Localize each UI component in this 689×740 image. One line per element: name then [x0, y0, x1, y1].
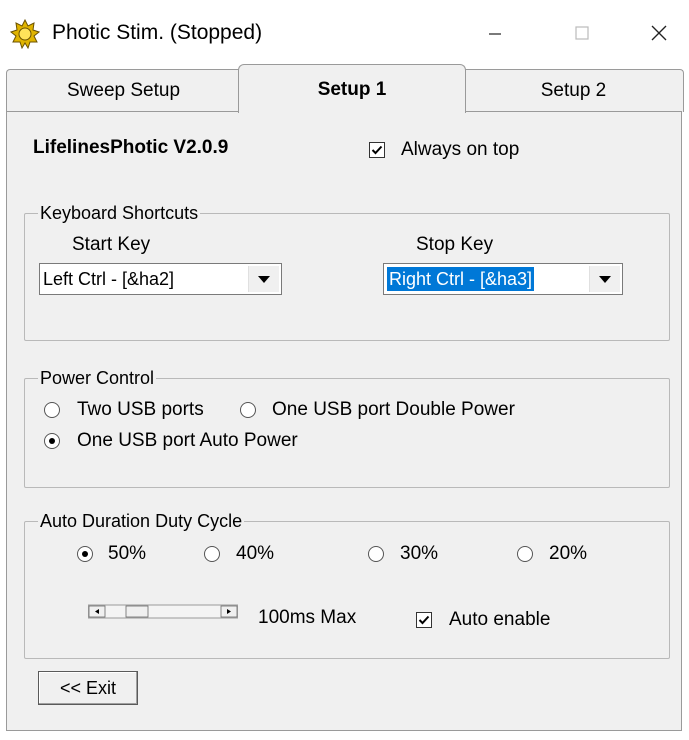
two-usb-ports-label: Two USB ports — [77, 399, 204, 420]
exit-button[interactable]: << Exit — [38, 671, 138, 705]
always-on-top-label: Always on top — [401, 139, 520, 160]
tab-sweep-setup[interactable]: Sweep Setup — [6, 69, 241, 112]
title-bar: Photic Stim. (Stopped) — [0, 0, 689, 64]
checkmark-icon — [371, 145, 383, 155]
minimize-icon[interactable] — [472, 14, 518, 52]
radio-two-usb-ports[interactable] — [44, 402, 60, 418]
maximize-icon[interactable] — [559, 14, 605, 52]
radio-duty-30[interactable] — [368, 546, 384, 562]
checkmark-icon — [418, 615, 430, 625]
duty-20-label: 20% — [549, 543, 588, 564]
duration-slider[interactable] — [88, 603, 238, 620]
auto-duration-title: Auto Duration Duty Cycle — [38, 510, 245, 532]
app-version-label: LifelinesPhotic V2.0.9 — [33, 137, 229, 158]
stop-key-dropdown[interactable]: Right Ctrl - [&ha3] — [383, 263, 623, 295]
one-usb-auto-power-label: One USB port Auto Power — [77, 430, 298, 451]
slider-thumb[interactable] — [125, 605, 149, 618]
radio-duty-20[interactable] — [517, 546, 533, 562]
duty-30-label: 30% — [400, 543, 439, 564]
tab-setup-2[interactable]: Setup 2 — [463, 69, 684, 112]
start-key-dropdown[interactable]: Left Ctrl - [&ha2] — [39, 263, 282, 295]
start-key-value: Left Ctrl - [&ha2] — [43, 269, 175, 289]
dropdown-arrow-icon[interactable] — [248, 266, 279, 292]
scroll-left-arrow-icon[interactable] — [88, 605, 106, 618]
window-title: Photic Stim. (Stopped) — [52, 21, 263, 44]
photic-stim-window: Photic Stim. (Stopped) Sweep Setup Setup… — [0, 0, 689, 740]
duty-40-label: 40% — [236, 543, 275, 564]
radio-one-usb-auto-power[interactable] — [44, 433, 60, 449]
max-duration-label: 100ms Max — [258, 607, 357, 628]
one-usb-double-power-label: One USB port Double Power — [272, 399, 515, 420]
power-control-title: Power Control — [38, 367, 157, 389]
scroll-right-arrow-icon[interactable] — [220, 605, 238, 618]
auto-enable-label: Auto enable — [449, 609, 551, 630]
always-on-top-checkbox[interactable] — [369, 142, 385, 158]
radio-duty-40[interactable] — [204, 546, 220, 562]
duty-50-label: 50% — [108, 543, 147, 564]
tab-setup-1[interactable]: Setup 1 — [238, 64, 466, 113]
radio-one-usb-double-power[interactable] — [240, 402, 256, 418]
dropdown-arrow-icon[interactable] — [589, 266, 620, 292]
stop-key-value: Right Ctrl - [&ha3] — [387, 267, 535, 291]
keyboard-shortcuts-title: Keyboard Shortcuts — [38, 202, 201, 224]
radio-duty-50[interactable] — [77, 546, 93, 562]
sun-gear-icon — [10, 19, 40, 49]
stop-key-label: Stop Key — [416, 234, 494, 255]
close-icon[interactable] — [636, 14, 682, 52]
auto-enable-checkbox[interactable] — [416, 612, 432, 628]
start-key-label: Start Key — [72, 234, 151, 255]
